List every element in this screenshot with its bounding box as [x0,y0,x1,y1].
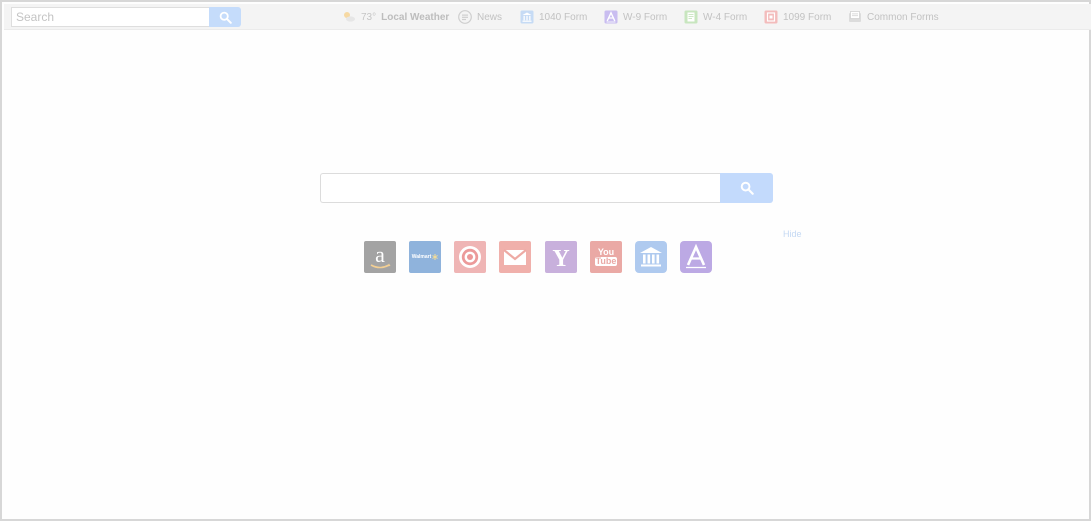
common-forms-label: Common Forms [867,11,939,23]
form-1099-icon [764,10,778,24]
browser-frame: 73° Local Weather News 1040 Form [0,0,1091,521]
weather-label: Local Weather [381,11,450,23]
shortcut-fonts[interactable] [680,241,712,273]
walmart-label: Walmart [411,254,432,260]
spark-icon [432,254,439,260]
top-toolbar: 73° Local Weather News 1040 Form [4,4,1091,30]
youtube-label-bottom: Tube [594,256,618,266]
amazon-icon: a [370,242,391,269]
nav-news[interactable]: News [458,4,502,30]
bank-icon [640,247,662,267]
main-search-input[interactable] [320,173,721,203]
building-icon [520,10,534,24]
news-icon [458,10,472,24]
w9-form-label: W-9 Form [623,11,668,23]
w4-form-label: W-4 Form [703,11,748,23]
toolbar-search-input[interactable] [11,7,210,27]
search-icon [219,11,232,24]
weather-temperature: 73° [361,11,377,23]
shortcut-yahoo[interactable]: Y [545,241,577,273]
news-label: News [477,11,503,23]
shortcut-gmail[interactable] [499,241,531,273]
nav-local-weather[interactable]: 73° Local Weather [342,4,449,30]
shortcut-target[interactable] [454,241,486,273]
nav-w9-form[interactable]: W-9 Form [604,4,667,30]
svg-text:Y: Y [552,246,569,272]
shortcut-walmart[interactable]: Walmart [409,241,441,273]
youtube-icon: You Tube [594,248,618,266]
letter-a-icon [686,243,706,269]
letter-a-icon [604,10,618,24]
nav-common-forms[interactable]: Common Forms [848,4,939,30]
svg-text:a: a [375,242,385,267]
1040-form-label: 1040 Form [539,11,588,23]
shortcut-bank[interactable] [635,241,667,273]
hide-shortcuts-link[interactable]: Hide [783,229,802,239]
search-icon [740,181,754,195]
nav-1040-form[interactable]: 1040 Form [520,4,587,30]
gmail-icon [503,249,527,265]
toolbar-search-button[interactable] [209,7,241,27]
document-icon [684,10,698,24]
main-search-button[interactable] [720,173,773,203]
nav-1099-form[interactable]: 1099 Form [764,4,831,30]
1099-form-label: 1099 Form [783,11,832,23]
walmart-icon: Walmart [412,254,439,260]
nav-w4-form[interactable]: W-4 Form [684,4,747,30]
forms-stack-icon [849,11,861,22]
shortcut-amazon[interactable]: a [364,241,396,273]
shortcut-youtube[interactable]: You Tube [590,241,622,273]
weather-sun-cloud-icon [344,12,355,22]
yahoo-icon: Y [552,246,569,272]
target-icon [459,246,481,268]
